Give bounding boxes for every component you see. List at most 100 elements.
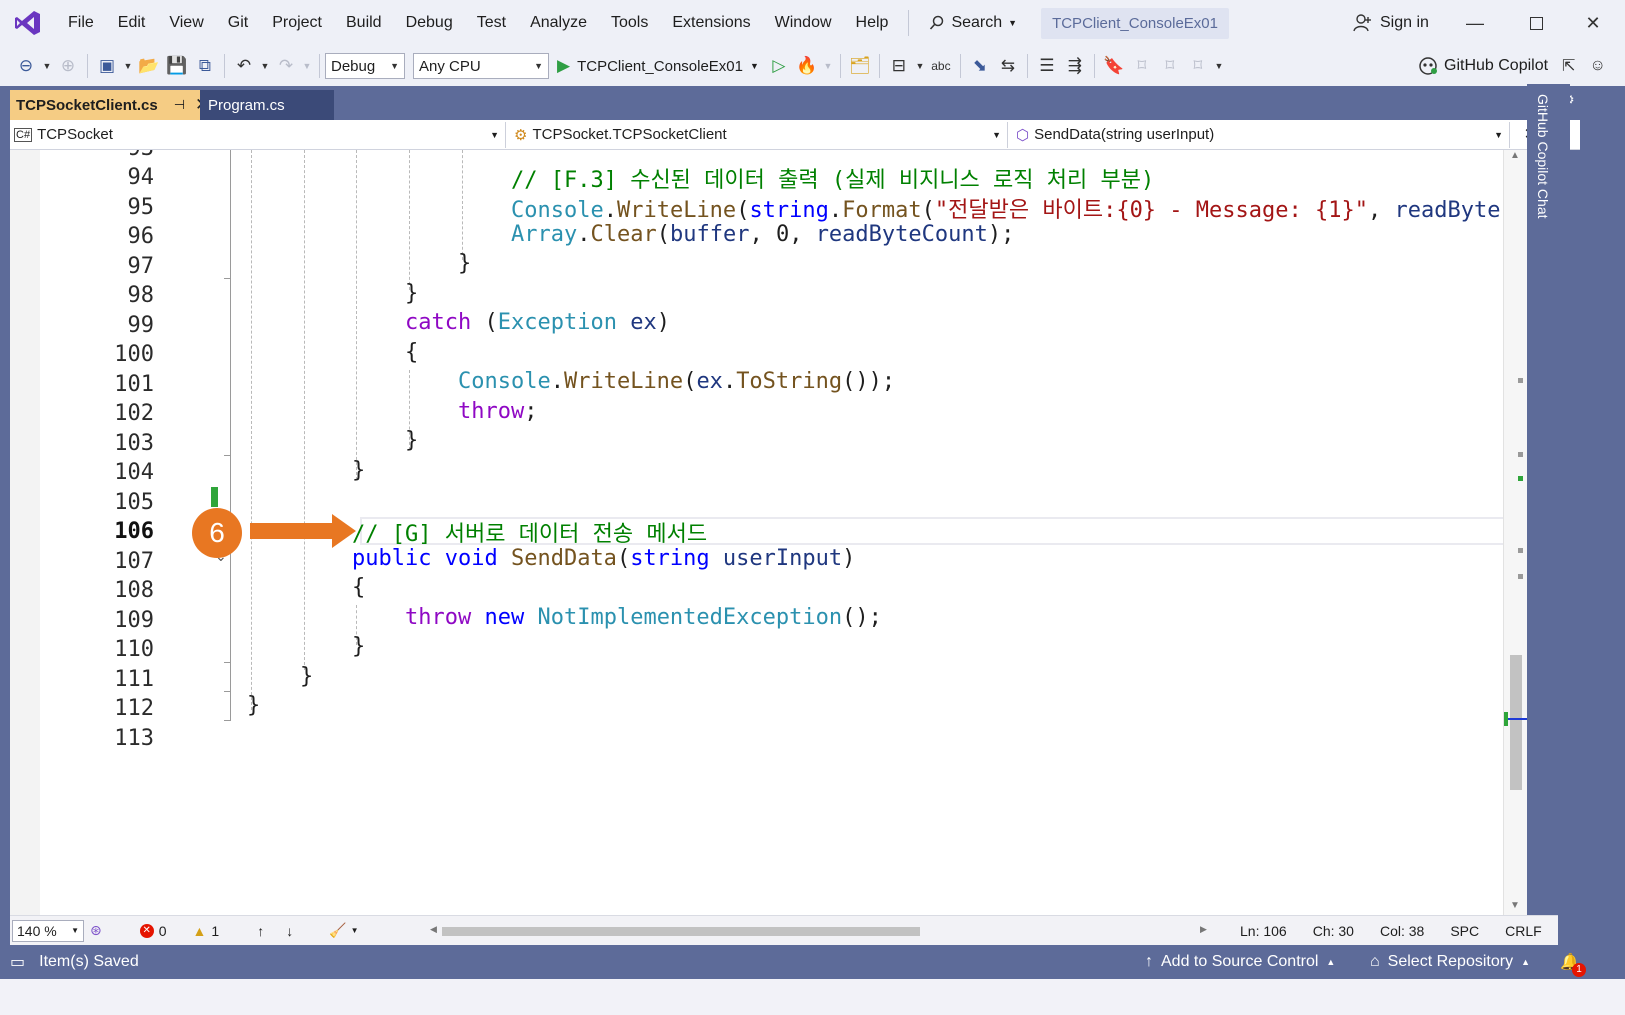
horizontal-scroll-thumb[interactable]	[442, 927, 920, 936]
start-without-debugging-icon[interactable]: ▷	[765, 52, 793, 80]
code-editor[interactable]: ⌄ 93 94 95 96 97 98 99 100 101 102 103 1…	[10, 150, 1558, 942]
save-all-icon[interactable]: ⧉	[191, 52, 219, 80]
spell-check-icon[interactable]: abc	[927, 52, 955, 80]
share-icon[interactable]: ⇱	[1562, 56, 1575, 76]
add-to-source-control-button[interactable]: ↑ Add to Source Control ▲	[1145, 953, 1335, 971]
hot-reload-dropdown-icon[interactable]: ▼	[821, 52, 835, 80]
menu-edit[interactable]: Edit	[106, 0, 158, 46]
browse-folder-icon[interactable]: 🗂	[846, 52, 874, 80]
code-token: .	[603, 198, 617, 223]
minimize-button[interactable]: —	[1447, 0, 1503, 46]
uncomment-lines-icon[interactable]: ⇶	[1061, 52, 1089, 80]
vertical-scrollbar[interactable]: ▲ ▼	[1503, 150, 1528, 915]
menu-file[interactable]: File	[56, 0, 106, 46]
toolbar-overflow-icon[interactable]: ▼	[1212, 52, 1226, 80]
code-token: Clear	[590, 222, 657, 247]
select-repository-button[interactable]: ⌂ Select Repository ▲	[1370, 953, 1530, 971]
pin-icon[interactable]: ⊣	[174, 97, 185, 113]
bookmark-icon[interactable]: 🔖	[1100, 52, 1128, 80]
chevron-up-icon: ▲	[1326, 957, 1336, 967]
next-issue-icon[interactable]: ↓	[286, 923, 293, 939]
visual-studio-logo-icon[interactable]	[0, 0, 56, 46]
menu-build[interactable]: Build	[334, 0, 394, 46]
hot-reload-icon[interactable]: 🔥	[793, 52, 821, 80]
zoom-select[interactable]: 140 % ▼	[12, 919, 84, 942]
play-icon: ▶	[557, 56, 571, 75]
menu-git[interactable]: Git	[216, 0, 260, 46]
code-token: "전달받은 바이트:{0} - Message: {1}"	[934, 198, 1368, 223]
menu-tools[interactable]: Tools	[599, 0, 660, 46]
member-dropdown[interactable]: ⬡ SendData(string userInput) ▼	[1012, 121, 1510, 148]
github-copilot-button[interactable]: GitHub Copilot ⇱ ☺	[1418, 46, 1606, 86]
code-token: WriteLine	[616, 198, 737, 223]
code-token: public	[352, 546, 432, 571]
menu-test[interactable]: Test	[465, 0, 518, 46]
horizontal-scrollbar[interactable]: ◀ ▶	[430, 924, 1210, 938]
code-line-102: throw;	[458, 399, 537, 424]
tab-program[interactable]: Program.cs	[200, 90, 334, 120]
outline-tick	[224, 278, 231, 279]
maximize-button[interactable]	[1508, 0, 1564, 46]
scroll-right-icon[interactable]: ▶	[1200, 924, 1207, 935]
new-project-icon[interactable]: ▣	[93, 52, 121, 80]
search-button[interactable]: Search ▼	[919, 14, 1027, 32]
error-count[interactable]: ✕ 0	[139, 923, 167, 939]
platform-select[interactable]: Any CPU ▼	[413, 53, 549, 79]
line-indicator[interactable]: Ln: 106	[1240, 923, 1287, 939]
back-dropdown-icon[interactable]: ▼	[40, 52, 54, 80]
close-window-button[interactable]: ✕	[1565, 0, 1621, 46]
chevron-down-icon[interactable]: ▼	[351, 926, 359, 935]
sign-in-button[interactable]: Sign in	[1352, 0, 1429, 46]
start-debugging-button[interactable]: ▶ TCPClient_ConsoleEx01 ▼	[557, 56, 759, 76]
output-window-icon[interactable]: ▭	[10, 952, 25, 972]
layout-icon[interactable]: ⊟	[885, 52, 913, 80]
scroll-left-icon[interactable]: ◀	[430, 924, 437, 935]
open-folder-icon[interactable]: 📂	[135, 52, 163, 80]
code-cleanup-icon[interactable]: 🧹	[329, 922, 346, 939]
vertical-scroll-thumb[interactable]	[1510, 655, 1522, 790]
menu-help[interactable]: Help	[844, 0, 901, 46]
undo-icon[interactable]: ↶	[230, 52, 258, 80]
menu-project[interactable]: Project	[260, 0, 334, 46]
column-indicator[interactable]: Col: 38	[1380, 923, 1424, 939]
redo-icon[interactable]: ↷	[272, 52, 300, 80]
track-active-item-icon[interactable]: ⇆	[994, 52, 1022, 80]
clear-bookmarks-icon[interactable]: ⌑	[1184, 52, 1212, 80]
feedback-icon[interactable]: ☺	[1589, 57, 1605, 75]
menu-debug[interactable]: Debug	[394, 0, 465, 46]
previous-bookmark-icon[interactable]: ⌑	[1128, 52, 1156, 80]
copilot-chat-label[interactable]: GitHub Copilot Chat	[1535, 94, 1551, 219]
navigate-forward-icon[interactable]: ⊕	[54, 52, 82, 80]
previous-issue-icon[interactable]: ↑	[257, 923, 264, 939]
whitespace-indicator[interactable]: SPC	[1450, 923, 1479, 939]
menu-window[interactable]: Window	[763, 0, 844, 46]
toolbar-separator	[224, 54, 225, 78]
navigate-back-icon[interactable]: ⊖	[12, 52, 40, 80]
menu-extensions[interactable]: Extensions	[660, 0, 762, 46]
menu-analyze[interactable]: Analyze	[518, 0, 599, 46]
select-element-icon[interactable]: ⬊	[966, 52, 994, 80]
tab-tcpsocketclient[interactable]: TCPSocketClient.cs ⊣ ✕	[10, 90, 209, 120]
line-ending-indicator[interactable]: CRLF	[1505, 923, 1542, 939]
undo-dropdown-icon[interactable]: ▼	[258, 52, 272, 80]
next-bookmark-icon[interactable]: ⌑	[1156, 52, 1184, 80]
scroll-marker	[1518, 378, 1523, 383]
scroll-up-icon[interactable]: ▲	[1510, 150, 1520, 161]
redo-dropdown-icon[interactable]: ▼	[300, 52, 314, 80]
change-scroll-marker	[1504, 712, 1508, 726]
configuration-select[interactable]: Debug ▼	[325, 53, 405, 79]
type-dropdown[interactable]: ⚙ TCPSocket.TCPSocketClient ▼	[510, 121, 1008, 148]
warning-count[interactable]: ▲ 1	[193, 923, 220, 939]
save-icon[interactable]: 💾	[163, 52, 191, 80]
new-dropdown-icon[interactable]: ▼	[121, 52, 135, 80]
intellicode-icon[interactable]: ⊛	[90, 922, 102, 939]
char-indicator[interactable]: Ch: 30	[1313, 923, 1354, 939]
scroll-down-icon[interactable]: ▼	[1510, 900, 1520, 911]
comment-lines-icon[interactable]: ☰	[1033, 52, 1061, 80]
code-token: ();	[842, 605, 882, 630]
project-dropdown[interactable]: C# TCPSocket ▼	[10, 121, 506, 148]
menu-view[interactable]: View	[157, 0, 215, 46]
line-number: 113	[114, 726, 154, 751]
layout-dropdown-icon[interactable]: ▼	[913, 52, 927, 80]
